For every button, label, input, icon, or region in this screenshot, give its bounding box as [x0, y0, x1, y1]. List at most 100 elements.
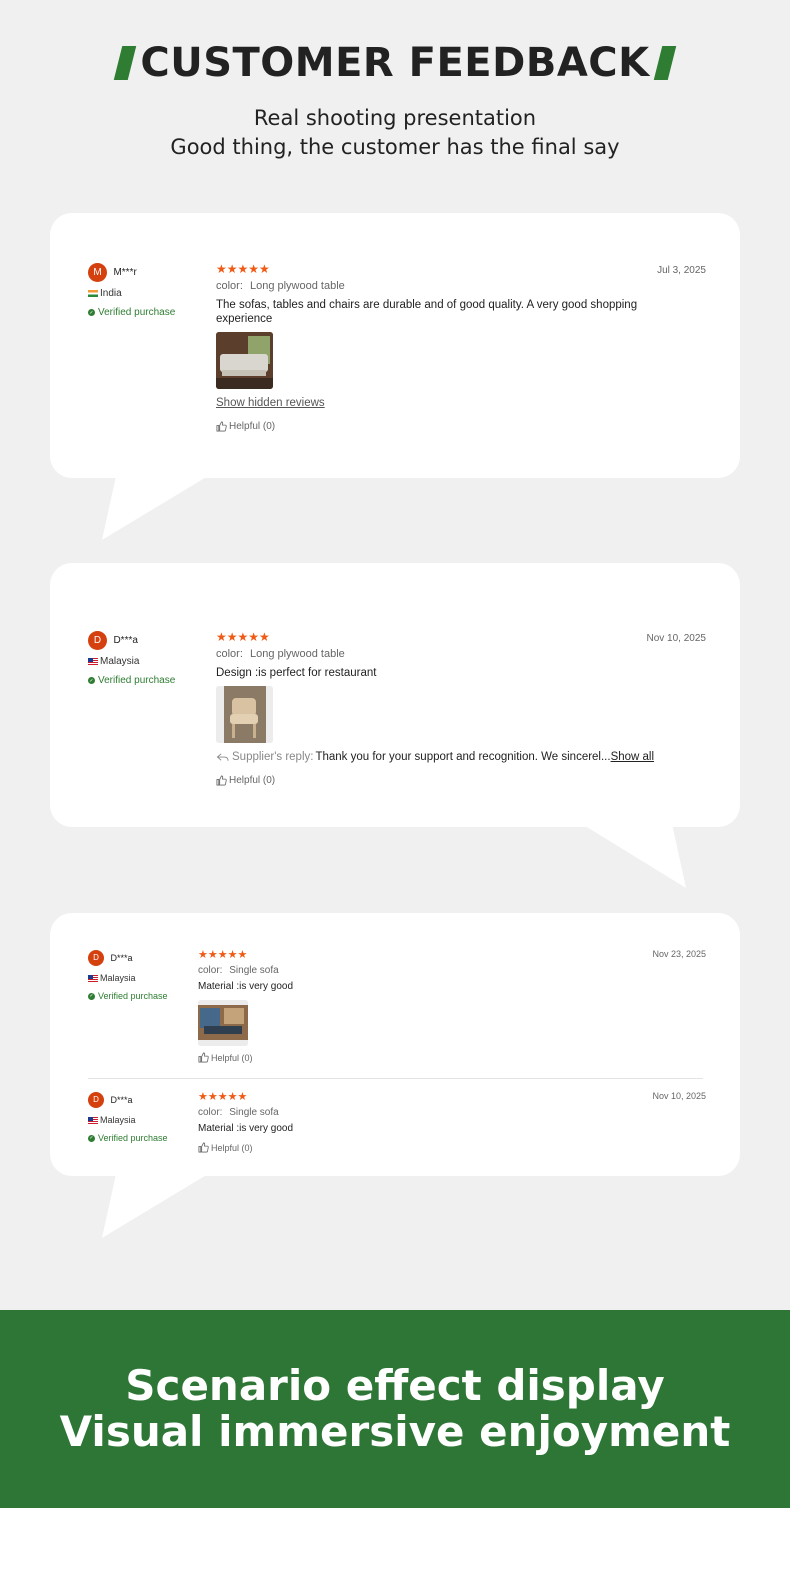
speech-bubble-tail	[102, 1174, 208, 1238]
chair-photo-icon	[216, 686, 273, 743]
reply-text: Thank you for your support and recogniti…	[315, 751, 611, 763]
star-rating: ★★★★★	[198, 949, 248, 961]
product-variant: color: Single sofa	[198, 1107, 498, 1118]
accent-slash-left	[114, 46, 137, 80]
india-flag-icon	[88, 290, 98, 297]
malaysia-flag-icon	[88, 974, 98, 982]
thumbs-up-icon	[216, 421, 227, 432]
variant-value: Long plywood table	[249, 280, 345, 292]
helpful-label: Helpful (0)	[211, 1142, 253, 1153]
helpful-button[interactable]: Helpful (0)	[216, 775, 696, 786]
product-variant: color: Long plywood table	[216, 648, 696, 660]
subtitle-line-1: Real shooting presentation	[253, 106, 537, 130]
banner-line-1: Scenario effect display	[125, 1361, 665, 1410]
check-icon: ✓	[88, 1134, 95, 1142]
country-label: Malaysia	[100, 973, 136, 983]
supplier-reply: Supplier's reply: Thank you for your sup…	[216, 751, 696, 763]
variant-value: Single sofa	[229, 965, 279, 976]
review-text: The sofas, tables and chairs are durable…	[216, 299, 638, 325]
helpful-label: Helpful (0)	[229, 421, 276, 432]
reviewer-info: D D***a Malaysia ✓ Verified purchase	[88, 1091, 168, 1143]
page-subtitle: Real shooting presentation Good thing, t…	[0, 104, 790, 162]
malaysia-flag-icon	[88, 658, 98, 665]
interior-photo-icon	[198, 1000, 248, 1046]
helpful-label: Helpful (0)	[229, 775, 276, 786]
verified-badge: ✓ Verified purchase	[88, 675, 175, 686]
avatar: M	[88, 263, 107, 282]
review-photo[interactable]	[216, 332, 273, 389]
review-photo[interactable]	[198, 1000, 248, 1046]
review-date: Nov 23, 2025	[652, 949, 706, 959]
review-card: D D***a Malaysia ✓ Verified purchase Nov…	[50, 913, 740, 1176]
verified-label: Verified purchase	[98, 307, 176, 318]
reviewer-country: Malaysia	[88, 973, 168, 983]
check-icon: ✓	[88, 992, 95, 1000]
verified-label: Verified purchase	[98, 1133, 168, 1143]
reviewer-name: D***a	[110, 952, 133, 963]
variant-value: Single sofa	[229, 1107, 279, 1118]
review-content: ★★★★★ color: Single sofa Material :is ve…	[198, 1091, 498, 1153]
reply-arrow-icon	[216, 752, 229, 761]
review-text: Material :is very good	[198, 981, 294, 992]
reviewer-info: D D***a Malaysia ✓ Verified purchase	[88, 631, 175, 686]
page-header: CUSTOMER FEEDBACK	[0, 40, 790, 86]
avatar: D	[88, 631, 107, 650]
country-label: India	[100, 288, 122, 299]
check-icon: ✓	[88, 309, 95, 316]
show-all-link[interactable]: Show all	[611, 751, 654, 763]
variant-label: color:	[198, 965, 223, 976]
review-content: ★★★★★ color: Single sofa Material :is ve…	[198, 949, 498, 1063]
variant-value: Long plywood table	[249, 648, 345, 660]
review-photo[interactable]	[216, 686, 273, 743]
reviewer-info: D D***a Malaysia ✓ Verified purchase	[88, 949, 168, 1001]
variant-label: color:	[198, 1107, 223, 1118]
reply-label: Supplier's reply:	[232, 751, 314, 763]
scenario-banner: Scenario effect display Visual immersive…	[0, 1310, 790, 1508]
helpful-button[interactable]: Helpful (0)	[198, 1052, 498, 1063]
star-rating: ★★★★★	[216, 262, 270, 276]
reviewer-name: D***a	[113, 635, 138, 646]
product-variant: color: Single sofa	[198, 965, 498, 976]
country-label: Malaysia	[100, 656, 140, 667]
reviewer-country: Malaysia	[88, 1115, 168, 1125]
reviewer-name: M***r	[113, 267, 137, 278]
thumbs-up-icon	[198, 1142, 209, 1153]
verified-label: Verified purchase	[98, 991, 168, 1001]
show-hidden-reviews-link[interactable]: Show hidden reviews	[216, 397, 666, 409]
review-text: Material :is very good	[198, 1123, 294, 1134]
review-date: Nov 10, 2025	[652, 1091, 706, 1101]
star-rating: ★★★★★	[216, 630, 270, 644]
speech-bubble-tail	[582, 824, 686, 888]
variant-label: color:	[216, 280, 243, 292]
avatar: D	[88, 1091, 104, 1108]
review-content: ★★★★★ color: Long plywood table Design :…	[216, 631, 696, 786]
country-label: Malaysia	[100, 1115, 136, 1125]
review-divider	[88, 1078, 703, 1079]
subtitle-line-2: Good thing, the customer has the final s…	[170, 135, 620, 159]
banner-line-2: Visual immersive enjoyment	[59, 1407, 731, 1456]
helpful-label: Helpful (0)	[211, 1052, 253, 1063]
reviewer-info: M M***r India ✓ Verified purchase	[88, 263, 175, 318]
review-card: M M***r India ✓ Verified purchase Jul 3,…	[50, 213, 740, 478]
page-title: CUSTOMER FEEDBACK	[140, 40, 650, 86]
sofa-photo-icon	[216, 332, 273, 389]
helpful-button[interactable]: Helpful (0)	[216, 421, 666, 432]
review-text: Design :is perfect for restaurant	[216, 667, 377, 679]
accent-slash-right	[653, 46, 676, 80]
check-icon: ✓	[88, 677, 95, 684]
helpful-button[interactable]: Helpful (0)	[198, 1142, 498, 1153]
review-card: D D***a Malaysia ✓ Verified purchase Nov…	[50, 563, 740, 827]
star-rating: ★★★★★	[198, 1091, 248, 1103]
malaysia-flag-icon	[88, 1116, 98, 1124]
reviewer-name: D***a	[110, 1094, 133, 1105]
bottom-spacer	[0, 1508, 790, 1575]
reviewer-country: Malaysia	[88, 656, 175, 667]
review-content: ★★★★★ color: Long plywood table The sofa…	[216, 263, 666, 432]
variant-label: color:	[216, 648, 243, 660]
reviewer-country: India	[88, 288, 175, 299]
avatar: D	[88, 949, 104, 966]
verified-label: Verified purchase	[98, 675, 176, 686]
thumbs-up-icon	[216, 775, 227, 786]
verified-badge: ✓ Verified purchase	[88, 307, 175, 318]
product-variant: color: Long plywood table	[216, 280, 666, 292]
